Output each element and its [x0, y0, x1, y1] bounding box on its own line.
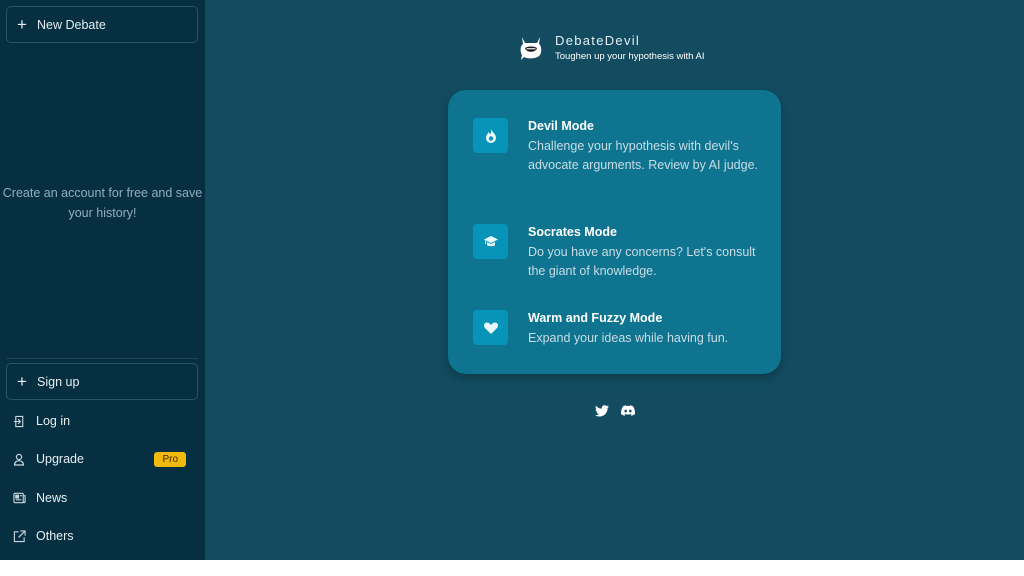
sidebar-item-upgrade[interactable]: Upgrade Pro [6, 446, 198, 472]
external-link-icon [6, 529, 32, 543]
mode-description: Do you have any concerns? Let's consult … [528, 245, 756, 278]
graduation-cap-icon [473, 224, 508, 259]
social-links [595, 405, 635, 417]
newspaper-icon [6, 492, 32, 504]
plus-icon: + [17, 371, 27, 391]
others-label: Others [36, 529, 74, 543]
mode-title: Devil Mode [528, 119, 594, 133]
login-icon [6, 415, 32, 428]
sidebar-item-login[interactable]: Log in [6, 408, 198, 434]
sidebar-divider [6, 358, 198, 359]
mode-title: Warm and Fuzzy Mode [528, 311, 663, 325]
main-area: DebateDevil Toughen up your hypothesis w… [205, 0, 1024, 560]
user-icon [6, 453, 32, 466]
app-tagline: Toughen up your hypothesis with AI [555, 51, 705, 62]
mode-card: Devil Mode Challenge your hypothesis wit… [448, 90, 781, 374]
twitter-icon[interactable] [595, 405, 609, 417]
signup-button[interactable]: + Sign up [6, 363, 198, 400]
new-debate-button[interactable]: + New Debate [6, 6, 198, 43]
news-label: News [36, 491, 68, 505]
new-debate-label: New Debate [37, 17, 106, 32]
devil-logo-icon [517, 34, 545, 62]
flame-icon [473, 118, 508, 153]
login-label: Log in [36, 414, 71, 428]
mode-warm-fuzzy[interactable]: Warm and Fuzzy Mode Expand your ideas wh… [473, 310, 758, 348]
app: + New Debate Create an account for free … [0, 0, 1024, 560]
mode-description: Challenge your hypothesis with devil's a… [528, 139, 758, 172]
mode-title: Socrates Mode [528, 225, 617, 239]
brand-header: DebateDevil Toughen up your hypothesis w… [517, 33, 704, 62]
app-name: DebateDevil [555, 33, 641, 48]
plus-icon: + [17, 14, 27, 34]
account-message: Create an account for free and save your… [2, 186, 203, 220]
mode-devil[interactable]: Devil Mode Challenge your hypothesis wit… [473, 118, 758, 175]
signup-label: Sign up [37, 374, 80, 389]
sidebar-item-news[interactable]: News [6, 485, 198, 511]
sidebar-item-others[interactable]: Others [6, 523, 198, 549]
upgrade-label: Upgrade [36, 452, 84, 466]
pro-badge: Pro [154, 451, 186, 467]
sidebar: + New Debate Create an account for free … [0, 0, 205, 560]
heart-icon [473, 310, 508, 345]
mode-description: Expand your ideas while having fun. [528, 331, 729, 345]
discord-icon[interactable] [621, 405, 635, 417]
mode-socrates[interactable]: Socrates Mode Do you have any concerns? … [473, 224, 758, 281]
